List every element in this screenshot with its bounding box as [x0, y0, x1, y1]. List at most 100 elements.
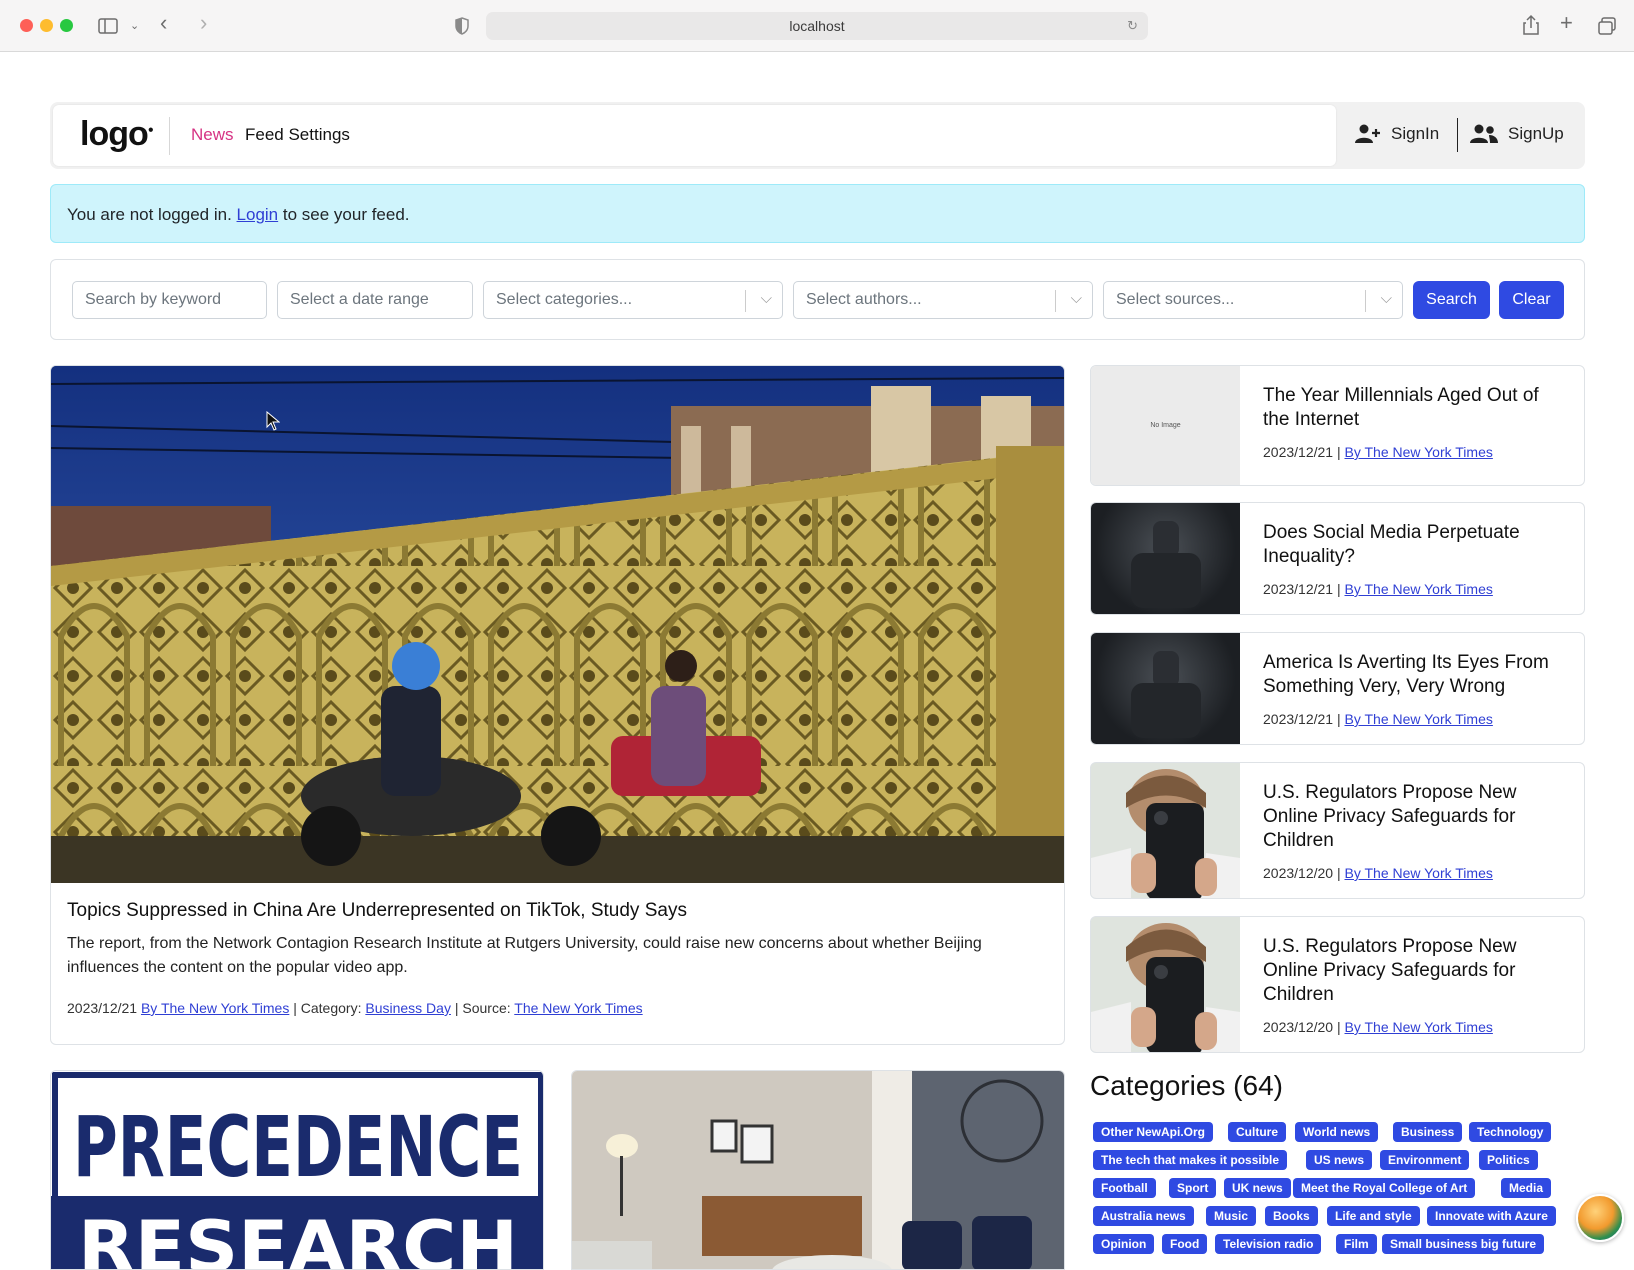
- category-tag[interactable]: Media: [1501, 1178, 1552, 1198]
- categories-select[interactable]: Select categories... ⌵: [483, 281, 783, 319]
- logo-text: logo: [80, 115, 149, 153]
- category-tag[interactable]: World news: [1295, 1122, 1379, 1142]
- categories-heading: Categories (64): [1090, 1070, 1283, 1101]
- article-meta: 2023/12/20 | By The New York Times: [1263, 1019, 1493, 1035]
- article-card[interactable]: [571, 1070, 1065, 1270]
- article-author-link[interactable]: By The New York Times: [1345, 1019, 1493, 1035]
- forward-icon[interactable]: ›: [200, 12, 207, 34]
- no-image-text: No Image: [1150, 422, 1181, 429]
- category-tag[interactable]: Politics: [1479, 1150, 1538, 1170]
- article-author-link[interactable]: By The New York Times: [1345, 444, 1493, 460]
- login-link[interactable]: Login: [237, 205, 279, 224]
- back-icon[interactable]: ‹: [160, 12, 167, 34]
- article-title[interactable]: U.S. Regulators Propose New Online Priva…: [1263, 935, 1568, 1007]
- article-title[interactable]: Does Social Media Perpetuate Inequality?: [1263, 521, 1568, 569]
- nav-link-news[interactable]: News: [191, 125, 234, 145]
- article-author-link[interactable]: By The New York Times: [1345, 581, 1493, 597]
- category-tag[interactable]: Meet the Royal College of Art: [1293, 1178, 1476, 1198]
- article-author-link[interactable]: By The New York Times: [1345, 865, 1493, 881]
- select-divider: [1055, 290, 1056, 312]
- chevron-down-icon[interactable]: ⌵: [1071, 290, 1082, 307]
- article-card[interactable]: PRECEDENCE RESEARCH: [50, 1070, 544, 1270]
- article-thumbnail[interactable]: [1091, 633, 1240, 744]
- date-range-input[interactable]: Select a date range: [277, 281, 473, 319]
- hero-source-label: Source:: [462, 1000, 511, 1016]
- signup-label: SignUp: [1508, 124, 1564, 143]
- category-tag[interactable]: Culture: [1228, 1122, 1286, 1142]
- site-logo[interactable]: logo●: [80, 115, 154, 154]
- minimize-window-button[interactable]: [40, 19, 53, 32]
- side-article[interactable]: U.S. Regulators Propose New Online Priva…: [1090, 762, 1585, 899]
- category-tag[interactable]: Film: [1336, 1234, 1377, 1254]
- article-author-link[interactable]: By The New York Times: [1345, 711, 1493, 727]
- side-article[interactable]: No Image The Year Millennials Aged Out o…: [1090, 365, 1585, 486]
- hero-category-link[interactable]: Business Day: [365, 1000, 451, 1016]
- hero-date: 2023/12/21: [67, 1000, 138, 1016]
- article-thumbnail[interactable]: [1091, 503, 1240, 614]
- category-tag[interactable]: Innovate with Azure: [1427, 1206, 1556, 1226]
- article-image[interactable]: PRECEDENCE RESEARCH: [51, 1071, 544, 1270]
- category-tag[interactable]: US news: [1306, 1150, 1373, 1170]
- sources-select[interactable]: Select sources... ⌵: [1103, 281, 1403, 319]
- url-text: localhost: [789, 18, 845, 34]
- hero-image[interactable]: [51, 366, 1064, 883]
- hero-title[interactable]: Topics Suppressed in China Are Underrepr…: [67, 900, 687, 922]
- category-tag[interactable]: Music: [1206, 1206, 1257, 1226]
- side-article[interactable]: U.S. Regulators Propose New Online Priva…: [1090, 916, 1585, 1053]
- category-tag[interactable]: UK news: [1224, 1178, 1291, 1198]
- side-article[interactable]: Does Social Media Perpetuate Inequality?…: [1090, 502, 1585, 615]
- category-tag[interactable]: Books: [1265, 1206, 1318, 1226]
- category-tag[interactable]: Opinion: [1093, 1234, 1155, 1254]
- nav-link-feed-settings[interactable]: Feed Settings: [245, 125, 350, 145]
- close-window-button[interactable]: [20, 19, 33, 32]
- category-tag[interactable]: Sport: [1169, 1178, 1217, 1198]
- floating-avatar-button[interactable]: [1576, 1194, 1624, 1242]
- category-tag[interactable]: Small business big future: [1382, 1234, 1545, 1254]
- article-thumbnail[interactable]: No Image: [1091, 366, 1240, 485]
- category-tag[interactable]: Other NewApi.Org: [1093, 1122, 1214, 1142]
- reload-icon[interactable]: ↻: [1127, 18, 1138, 34]
- category-tag[interactable]: Television radio: [1215, 1234, 1322, 1254]
- alert-prefix: You are not logged in.: [67, 205, 232, 224]
- sidebar-toggle-icon[interactable]: [98, 17, 118, 35]
- chevron-down-icon[interactable]: ⌵: [1381, 290, 1392, 307]
- category-tag[interactable]: Food: [1162, 1234, 1208, 1254]
- address-bar[interactable]: localhost ↻: [486, 12, 1148, 40]
- hero-author-link[interactable]: By The New York Times: [141, 1000, 289, 1016]
- precedence-logo-text: PRECEDENCE: [73, 1098, 523, 1196]
- article-title[interactable]: The Year Millennials Aged Out of the Int…: [1263, 384, 1568, 432]
- maximize-window-button[interactable]: [60, 19, 73, 32]
- logo-dot: ●: [147, 124, 154, 136]
- categories-placeholder: Select categories...: [496, 291, 633, 308]
- keyword-search-input[interactable]: Search by keyword: [72, 281, 267, 319]
- share-icon[interactable]: [1523, 14, 1539, 36]
- authors-select[interactable]: Select authors... ⌵: [793, 281, 1093, 319]
- filter-bar: Search by keyword Select a date range Se…: [50, 259, 1585, 340]
- hero-source-link[interactable]: The New York Times: [514, 1000, 642, 1016]
- article-title[interactable]: U.S. Regulators Propose New Online Priva…: [1263, 781, 1568, 853]
- category-tag[interactable]: Life and style: [1327, 1206, 1420, 1226]
- hero-article[interactable]: Topics Suppressed in China Are Underrepr…: [50, 365, 1065, 1045]
- search-button[interactable]: Search: [1413, 281, 1490, 319]
- authors-placeholder: Select authors...: [806, 291, 922, 308]
- article-title[interactable]: America Is Averting Its Eyes From Someth…: [1263, 651, 1568, 699]
- chevron-down-icon[interactable]: ⌵: [761, 290, 772, 307]
- clear-button[interactable]: Clear: [1499, 281, 1564, 319]
- article-image[interactable]: [572, 1071, 1065, 1270]
- hero-category-label: Category:: [300, 1000, 362, 1016]
- privacy-shield-icon[interactable]: [455, 17, 469, 35]
- signin-link[interactable]: SignIn: [1355, 124, 1439, 144]
- category-tag[interactable]: Technology: [1469, 1122, 1552, 1142]
- article-thumbnail[interactable]: [1091, 917, 1240, 1052]
- chevron-down-icon[interactable]: ⌄: [130, 17, 139, 35]
- side-article[interactable]: America Is Averting Its Eyes From Someth…: [1090, 632, 1585, 745]
- category-tag[interactable]: Business: [1393, 1122, 1463, 1142]
- category-tag[interactable]: Australia news: [1093, 1206, 1194, 1226]
- article-thumbnail[interactable]: [1091, 763, 1240, 898]
- category-tag[interactable]: Environment: [1380, 1150, 1470, 1170]
- new-tab-icon[interactable]: +: [1560, 12, 1573, 34]
- signup-link[interactable]: SignUp: [1470, 124, 1564, 144]
- tab-overview-icon[interactable]: [1598, 17, 1616, 35]
- category-tag[interactable]: The tech that makes it possible: [1093, 1150, 1288, 1170]
- category-tag[interactable]: Football: [1093, 1178, 1156, 1198]
